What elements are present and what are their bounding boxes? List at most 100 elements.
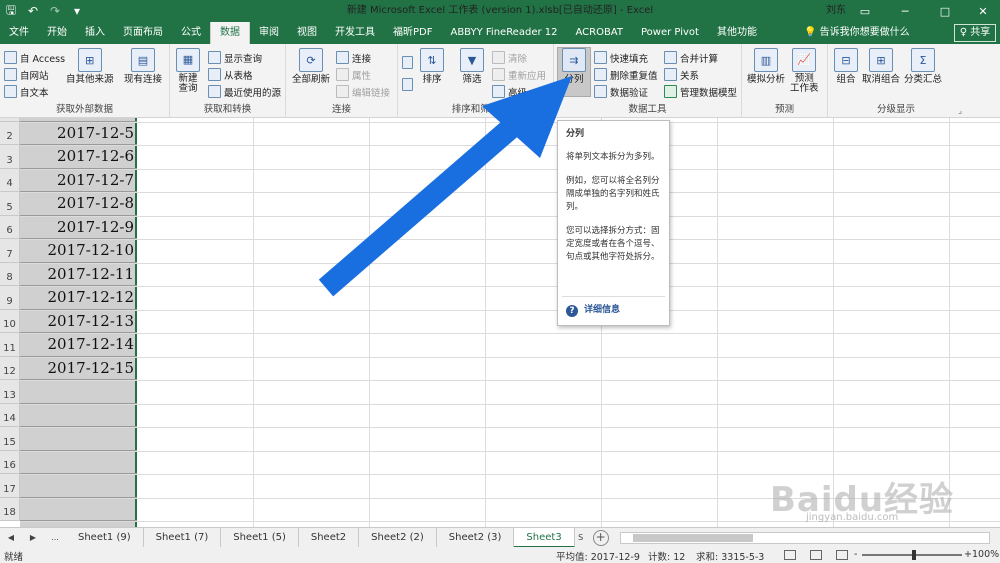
scrollbar-thumb[interactable] — [633, 534, 753, 542]
sheet-prev-icon[interactable]: ◀ — [0, 528, 22, 548]
ribbon-display-icon[interactable]: ▭ — [850, 0, 880, 22]
forecast-sheet-button[interactable]: 📈 预测 工作表 — [790, 48, 819, 94]
row-header[interactable]: 2 — [0, 121, 20, 145]
sheet-tab[interactable]: Sheet2 (2) — [359, 527, 437, 548]
cell-a[interactable] — [20, 474, 137, 498]
zoom-in-button[interactable]: + — [964, 549, 972, 560]
tab-view[interactable]: 视图 — [288, 22, 326, 44]
row-header[interactable]: 4 — [0, 168, 20, 192]
cell-a[interactable]: 2017-12-14 — [20, 333, 137, 357]
remove-duplicates-button[interactable]: 删除重复值 — [594, 66, 658, 83]
sort-descending-button[interactable] — [402, 76, 416, 93]
connections-button[interactable]: 连接 — [336, 49, 371, 66]
dialog-launcher-icon[interactable]: ⌟ — [958, 106, 962, 115]
tab-review[interactable]: 审阅 — [250, 22, 288, 44]
tooltip-more-info-link[interactable]: ? 详细信息 — [566, 304, 620, 317]
cell-a[interactable]: 2017-12-10 — [20, 239, 137, 263]
page-layout-view-icon[interactable] — [810, 550, 822, 560]
row-header[interactable]: 17 — [0, 474, 20, 498]
cell-a[interactable] — [20, 404, 137, 427]
tab-acrobat[interactable]: ACROBAT — [566, 22, 632, 44]
row-header[interactable]: 6 — [0, 215, 20, 239]
row-header[interactable]: 14 — [0, 403, 20, 427]
cell-a[interactable] — [20, 498, 137, 521]
cell-a[interactable] — [20, 451, 137, 474]
sheet-tab[interactable]: Sheet2 (3) — [437, 527, 515, 548]
show-queries-button[interactable]: 显示查询 — [208, 49, 262, 66]
row-header[interactable]: 16 — [0, 450, 20, 474]
flash-fill-button[interactable]: 快速填充 — [594, 49, 648, 66]
sheet-more-button[interactable]: ... — [44, 528, 66, 548]
share-button[interactable]: ♀ 共享 — [954, 24, 996, 42]
tab-home[interactable]: 开始 — [38, 22, 76, 44]
existing-connections-button[interactable]: ▤ 现有连接 — [124, 48, 162, 85]
edit-links-button[interactable]: 编辑链接 — [336, 83, 390, 100]
sheet-tab[interactable]: Sheet2 — [299, 527, 360, 548]
sheet-tab[interactable]: Sheet1 (5) — [221, 527, 299, 548]
row-header[interactable]: 7 — [0, 239, 20, 263]
row-header[interactable]: 5 — [0, 192, 20, 216]
cell-a[interactable] — [20, 427, 137, 451]
cell-a[interactable]: 2017-12-9 — [20, 216, 137, 239]
from-table-button[interactable]: 从表格 — [208, 66, 253, 83]
sheet-overflow[interactable]: S — [575, 528, 587, 548]
advanced-filter-button[interactable]: 高级 — [492, 83, 527, 100]
ungroup-button[interactable]: ⊞ 取消组合 — [862, 48, 900, 85]
row-header[interactable]: 9 — [0, 286, 20, 310]
undo-icon[interactable]: ↶ — [22, 0, 44, 22]
text-to-columns-button[interactable]: ⇉ 分列 — [557, 47, 591, 97]
what-if-analysis-button[interactable]: ▥ 模拟分析 — [747, 48, 785, 85]
row-header[interactable]: 8 — [0, 262, 20, 286]
tab-abbyy[interactable]: ABBYY FineReader 12 — [441, 22, 566, 44]
tab-data[interactable]: 数据 — [210, 22, 250, 44]
cell-a[interactable]: 2017-12-8 — [20, 192, 137, 216]
from-other-sources-button[interactable]: ⊞ 自其他来源 — [66, 48, 114, 85]
reapply-button[interactable]: 重新应用 — [492, 66, 546, 83]
zoom-slider-thumb[interactable] — [912, 550, 916, 560]
maximize-icon[interactable]: □ — [930, 0, 960, 22]
tab-foxit-pdf[interactable]: 福昕PDF — [384, 22, 441, 44]
tab-developer[interactable]: 开发工具 — [326, 22, 384, 44]
spreadsheet-grid[interactable]: 12017-12-422017-12-532017-12-642017-12-7… — [0, 118, 1000, 527]
row-header[interactable]: 10 — [0, 309, 20, 333]
tell-me-search[interactable]: 💡 告诉我你想要做什么 — [804, 22, 910, 44]
filter-button[interactable]: ▼ 筛选 — [460, 48, 484, 85]
normal-view-icon[interactable] — [784, 550, 796, 560]
qat-more-icon[interactable]: ▾ — [66, 0, 88, 22]
sheet-tab[interactable]: Sheet3 — [514, 527, 575, 548]
cell-a[interactable]: 2017-12-15 — [20, 357, 137, 380]
group-button[interactable]: ⊟ 组合 — [834, 48, 858, 85]
tab-file[interactable]: 文件 — [0, 22, 38, 44]
close-icon[interactable]: ✕ — [968, 0, 998, 22]
page-break-view-icon[interactable] — [836, 550, 848, 560]
data-validation-button[interactable]: 数据验证 — [594, 83, 648, 100]
add-sheet-button[interactable]: + — [592, 529, 609, 546]
cell-a[interactable]: 2017-12-6 — [20, 145, 137, 169]
cell-a[interactable]: 2017-12-12 — [20, 286, 137, 310]
save-icon[interactable]: 🖫 — [0, 0, 22, 22]
sort-ascending-button[interactable] — [402, 54, 416, 71]
row-header[interactable]: 13 — [0, 380, 20, 404]
cell-a[interactable]: 2017-12-7 — [20, 169, 137, 192]
row-header[interactable]: 18 — [0, 497, 20, 521]
cell-a[interactable]: 2017-12-11 — [20, 263, 137, 286]
sheet-tab[interactable]: Sheet1 (9) — [66, 527, 144, 548]
tab-power-pivot[interactable]: Power Pivot — [632, 22, 708, 44]
manage-data-model-button[interactable]: 管理数据模型 — [664, 83, 737, 100]
refresh-all-button[interactable]: ⟳ 全部刷新 — [292, 48, 330, 85]
relationships-button[interactable]: 关系 — [664, 66, 699, 83]
subtotal-button[interactable]: Σ 分类汇总 — [904, 48, 942, 85]
horizontal-scrollbar[interactable] — [620, 532, 990, 544]
zoom-out-button[interactable]: - — [854, 549, 857, 560]
cell-a[interactable]: 2017-12-5 — [20, 122, 137, 145]
cell-a[interactable] — [20, 380, 137, 404]
from-text-button[interactable]: 自文本 — [4, 83, 49, 100]
sort-button[interactable]: ⇅ 排序 — [420, 48, 444, 85]
tab-other[interactable]: 其他功能 — [708, 22, 766, 44]
clear-filter-button[interactable]: 清除 — [492, 49, 527, 66]
row-header[interactable]: 3 — [0, 145, 20, 169]
sheet-next-icon[interactable]: ▶ — [22, 528, 44, 548]
recent-sources-button[interactable]: 最近使用的源 — [208, 83, 281, 100]
redo-icon[interactable]: ↷ — [44, 0, 66, 22]
tab-page-layout[interactable]: 页面布局 — [114, 22, 172, 44]
